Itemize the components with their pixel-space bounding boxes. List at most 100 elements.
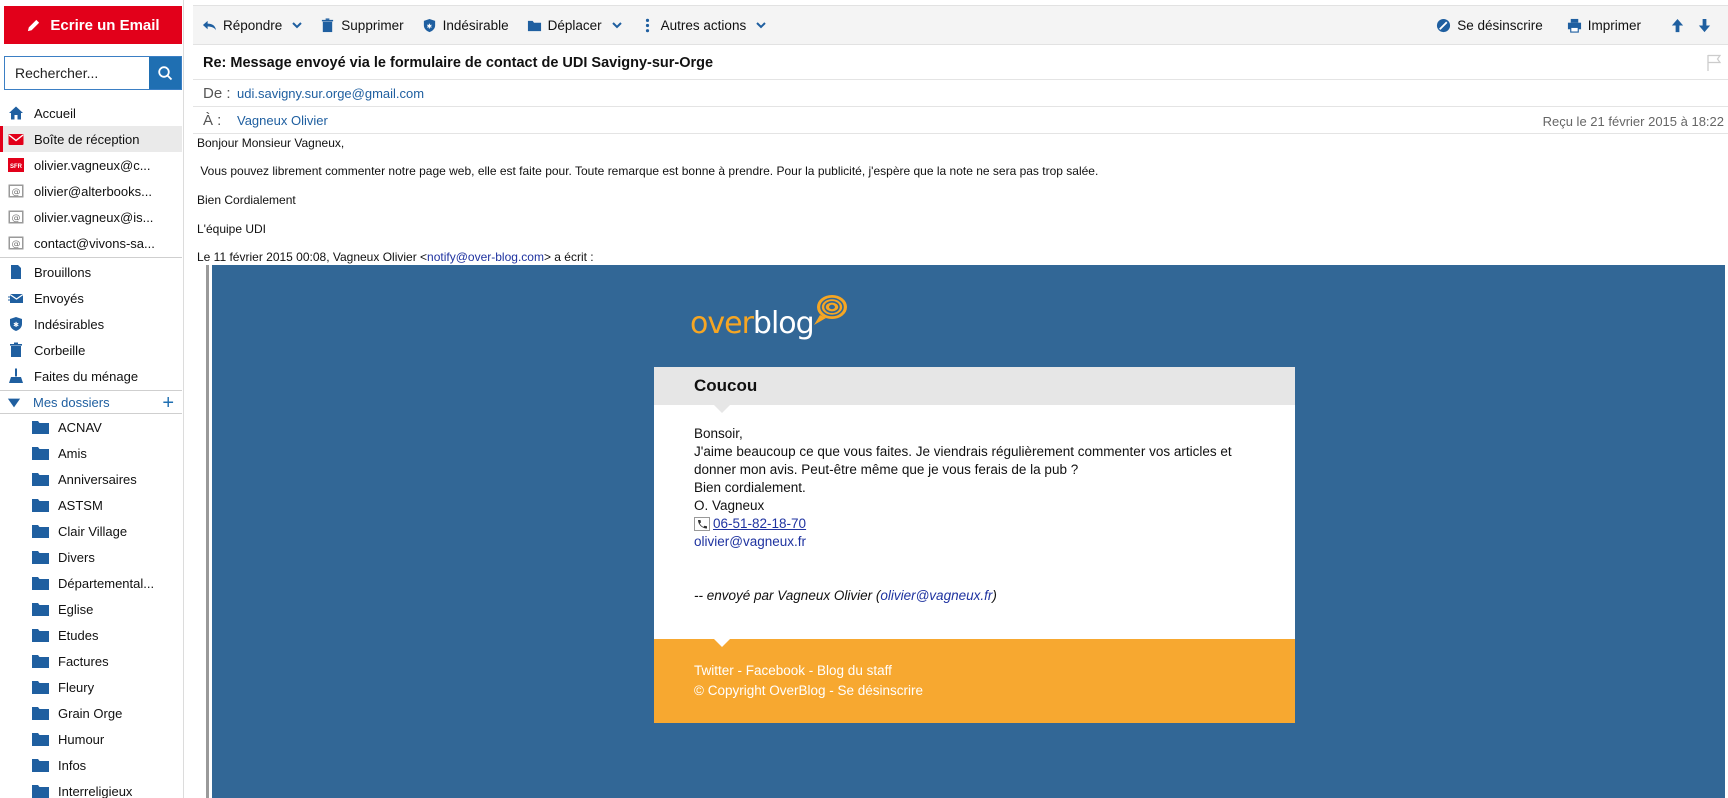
folder-item[interactable]: Départemental... xyxy=(0,570,182,596)
mark-spam-button[interactable]: ✱ Indésirable xyxy=(413,6,518,44)
signature-email-link[interactable]: olivier@vagneux.fr xyxy=(694,534,806,549)
at-account-icon: @ xyxy=(7,234,25,252)
folder-icon xyxy=(32,472,49,486)
search-icon xyxy=(158,66,173,81)
sidebar-item-label: Corbeille xyxy=(34,342,86,358)
sent-by-suffix: ) xyxy=(992,588,997,603)
folder-icon xyxy=(32,706,49,720)
trash-icon xyxy=(322,17,334,32)
unsubscribe-label: Se désinscrire xyxy=(1457,17,1543,33)
overblog-footer: Twitter - Facebook - Blog du staff © Cop… xyxy=(654,639,1295,723)
move-button[interactable]: Déplacer xyxy=(518,6,631,44)
from-row: De : udi.savigny.sur.orge@gmail.com xyxy=(193,80,1728,107)
folder-item[interactable]: Etudes xyxy=(0,622,182,648)
sidebar-item-account-vivons[interactable]: @ contact@vivons-sa... xyxy=(0,230,182,256)
sidebar-item-account-alterbooks[interactable]: @ olivier@alterbooks... xyxy=(0,178,182,204)
overblog-card-title: Coucou xyxy=(654,367,1295,413)
flag-icon[interactable] xyxy=(1706,54,1722,72)
folder-item[interactable]: Infos xyxy=(0,752,182,778)
message-toolbar: Répondre Supprimer ✱ Indésirable Déplace… xyxy=(193,5,1728,45)
sidebar-item-sent[interactable]: Envoyés xyxy=(0,285,182,311)
sidebar-item-cleanup[interactable]: Faites du ménage xyxy=(0,363,182,389)
my-folders-label: Mes dossiers xyxy=(33,395,110,410)
chevron-down-icon xyxy=(611,22,622,29)
folder-icon xyxy=(32,758,49,772)
folder-item[interactable]: Divers xyxy=(0,544,182,570)
overblog-card-content: Bonsoir, J'aime beaucoup ce que vous fai… xyxy=(654,405,1295,639)
folder-item[interactable]: Eglise xyxy=(0,596,182,622)
reply-button[interactable]: Répondre xyxy=(193,6,311,44)
folder-icon xyxy=(32,446,49,460)
compose-email-button[interactable]: Ecrire un Email xyxy=(4,6,182,44)
folder-item[interactable]: ACNAV xyxy=(0,414,182,440)
overblog-logo-blog: blog xyxy=(752,306,815,341)
folder-label: Eglise xyxy=(58,601,94,617)
svg-text:✱: ✱ xyxy=(13,321,19,329)
overblog-footer-copyright[interactable]: © Copyright OverBlog - Se désinscrire xyxy=(694,681,1255,701)
overblog-line: Bonsoir, xyxy=(694,426,743,441)
folder-item[interactable]: Interreligieux xyxy=(0,778,182,798)
svg-text:@: @ xyxy=(12,214,21,224)
unsubscribe-button[interactable]: Se désinscrire xyxy=(1427,6,1552,44)
search-input[interactable] xyxy=(5,57,149,89)
folder-label: Fleury xyxy=(58,679,95,695)
overblog-logo: over blog xyxy=(690,291,850,341)
search-button[interactable] xyxy=(149,57,181,89)
body-greeting: Bonjour Monsieur Vagneux, xyxy=(197,136,345,150)
quote-intro: Le 11 février 2015 00:08, Vagneux Olivie… xyxy=(197,250,594,264)
folder-item[interactable]: Fleury xyxy=(0,674,182,700)
folder-item[interactable]: ASTSM xyxy=(0,492,182,518)
folder-label: ASTSM xyxy=(58,497,103,513)
sidebar-item-account-is[interactable]: @ olivier.vagneux@is... xyxy=(0,204,182,230)
sidebar-item-drafts[interactable]: Brouillons xyxy=(0,259,182,285)
body-closing: Bien Cordialement xyxy=(197,193,296,207)
next-message-button[interactable] xyxy=(1691,6,1718,44)
drafts-icon xyxy=(7,263,25,281)
sidebar-item-label: Envoyés xyxy=(34,290,84,306)
folder-item[interactable]: Amis xyxy=(0,440,182,466)
phone-icon xyxy=(694,517,710,531)
folder-label: Divers xyxy=(58,549,95,565)
search-box xyxy=(4,56,182,90)
overblog-line: Bien cordialement. xyxy=(694,480,806,495)
overblog-footer-links[interactable]: Twitter - Facebook - Blog du staff xyxy=(694,661,1255,681)
svg-text:SFR: SFR xyxy=(10,164,23,170)
print-button[interactable]: Imprimer xyxy=(1558,6,1650,44)
previous-message-button[interactable] xyxy=(1664,6,1691,44)
phone-link[interactable]: 06-51-82-18-70 xyxy=(713,515,806,533)
broom-icon xyxy=(7,367,25,385)
my-folders-header[interactable]: Mes dossiers + xyxy=(0,392,182,414)
sidebar-item-label: Boîte de réception xyxy=(34,131,140,147)
sidebar-item-inbox[interactable]: Boîte de réception xyxy=(0,126,182,152)
sidebar-divider xyxy=(0,390,182,391)
sidebar-item-trash[interactable]: Corbeille xyxy=(0,337,182,363)
folder-icon xyxy=(32,784,49,798)
folder-item[interactable]: Humour xyxy=(0,726,182,752)
mark-spam-label: Indésirable xyxy=(442,17,509,33)
more-actions-button[interactable]: Autres actions xyxy=(631,6,776,44)
body-paragraph: Vous pouvez librement commenter notre pa… xyxy=(197,164,1099,178)
sent-by-email-link[interactable]: olivier@vagneux.fr xyxy=(880,588,992,603)
folder-item[interactable]: Grain Orge xyxy=(0,700,182,726)
folder-item[interactable]: Clair Village xyxy=(0,518,182,544)
delete-button[interactable]: Supprimer xyxy=(311,6,412,44)
sidebar-item-accueil[interactable]: Accueil xyxy=(0,100,182,126)
sidebar-item-label: Accueil xyxy=(34,105,76,121)
from-address[interactable]: udi.savigny.sur.orge@gmail.com xyxy=(237,86,424,101)
sent-by-prefix: -- envoyé par Vagneux Olivier ( xyxy=(694,588,881,603)
folder-item[interactable]: Anniversaires xyxy=(0,466,182,492)
folder-icon xyxy=(32,524,49,538)
quote-intro-email-link[interactable]: notify@over-blog.com xyxy=(427,250,544,264)
print-label: Imprimer xyxy=(1587,17,1641,33)
sidebar-item-account-sfr[interactable]: SFR olivier.vagneux@c... xyxy=(0,152,182,178)
pencil-icon xyxy=(28,19,40,31)
to-recipient[interactable]: Vagneux Olivier xyxy=(237,113,328,128)
triangle-down-icon xyxy=(7,395,23,411)
sidebar-item-spam[interactable]: ✱ Indésirables xyxy=(0,311,182,337)
folder-icon xyxy=(32,628,49,642)
add-folder-button[interactable]: + xyxy=(162,393,174,413)
overblog-card: Coucou Bonsoir, J'aime beaucoup ce que v… xyxy=(654,367,1295,723)
svg-text:✱: ✱ xyxy=(426,22,432,30)
chevron-down-icon xyxy=(756,22,766,29)
folder-item[interactable]: Factures xyxy=(0,648,182,674)
